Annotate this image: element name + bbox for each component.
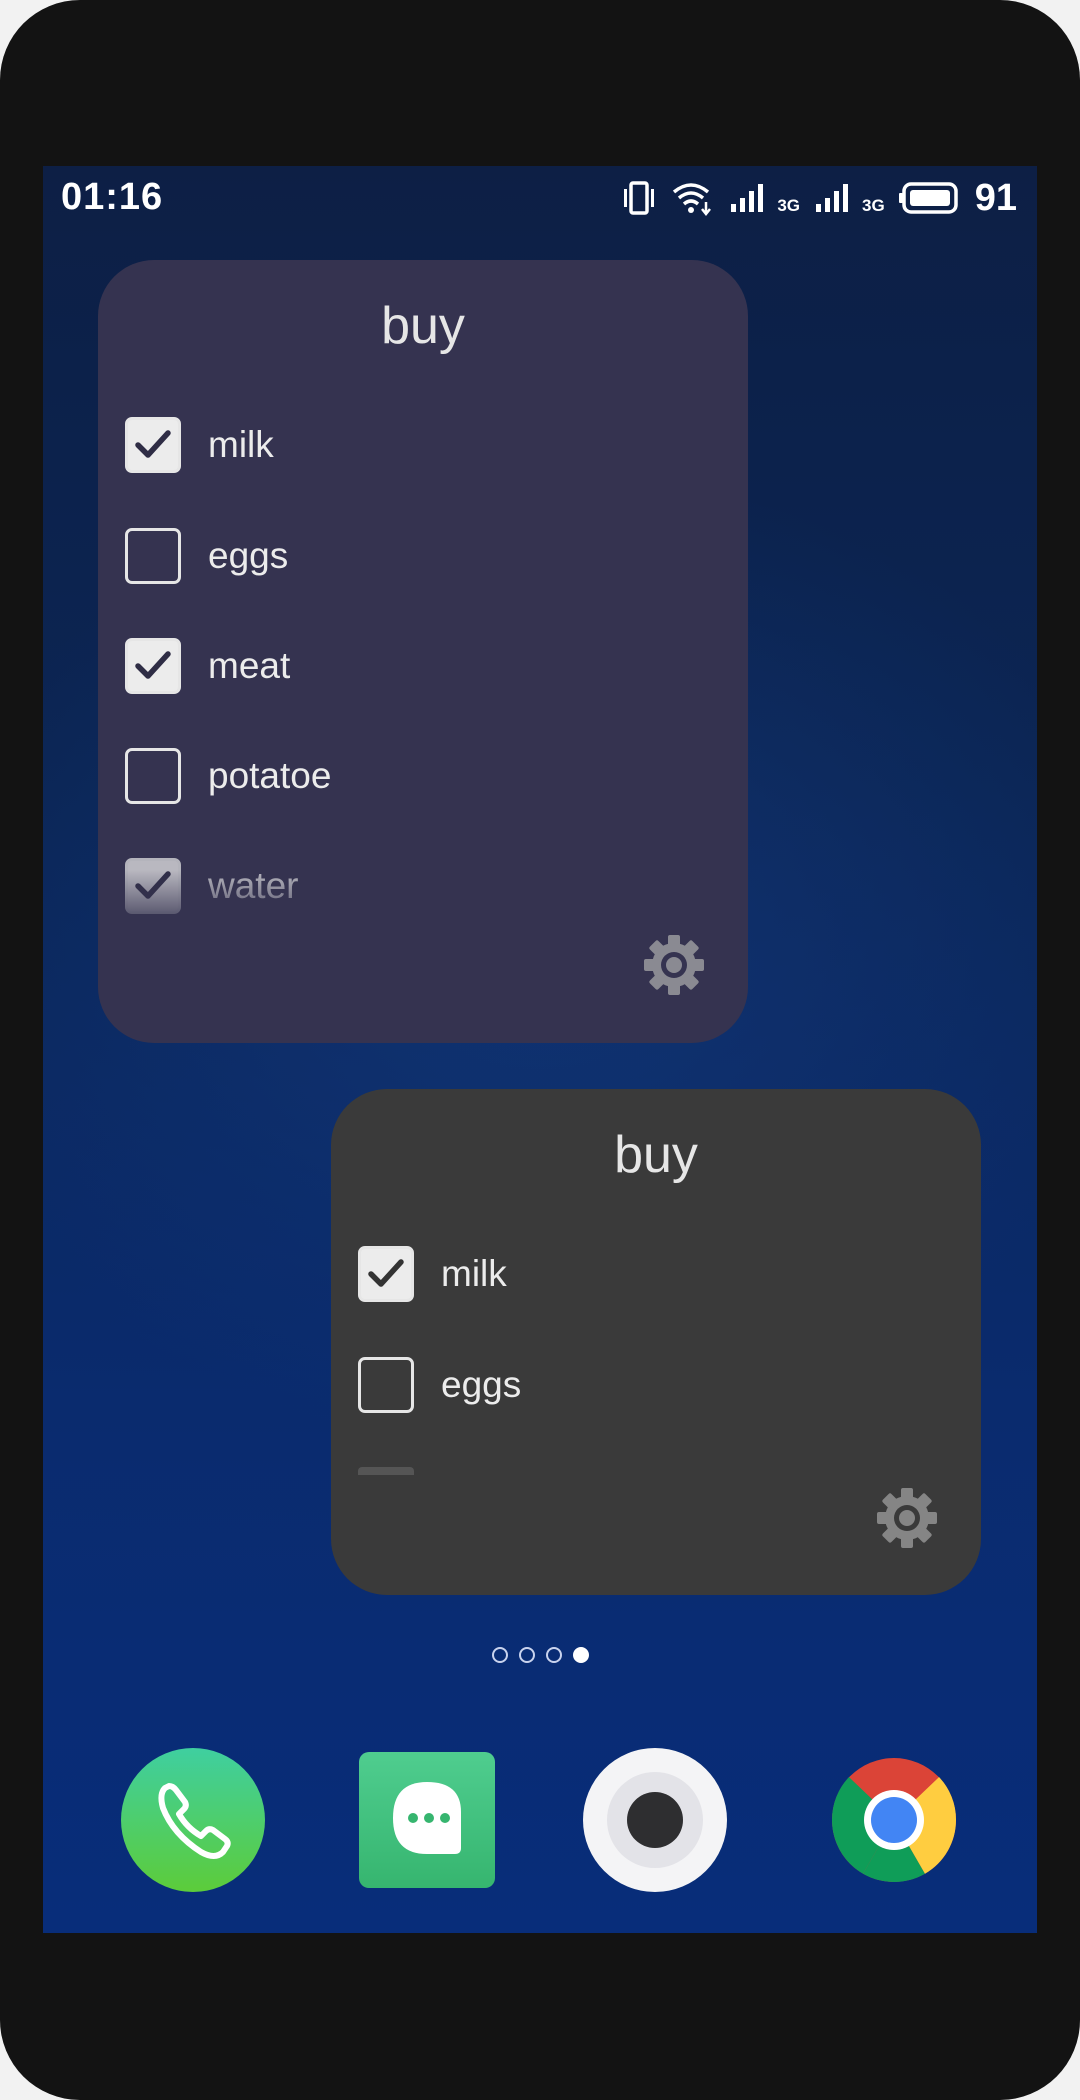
battery-icon bbox=[898, 182, 959, 214]
list-item[interactable]: meat bbox=[125, 638, 290, 694]
list-item[interactable]: milk bbox=[125, 417, 274, 473]
signal-icon bbox=[729, 182, 771, 214]
check-icon bbox=[135, 871, 171, 899]
page-dot[interactable] bbox=[491, 1647, 508, 1663]
list-item[interactable]: water bbox=[125, 858, 298, 914]
home-screen: 01:16 3G 3G 91 buy milk eggs meat potato… bbox=[43, 166, 1037, 1933]
status-bar: 01:16 3G 3G 91 bbox=[43, 166, 1037, 230]
wifi-icon bbox=[671, 180, 715, 216]
check-icon bbox=[368, 1259, 404, 1287]
network-type-label: 3G bbox=[777, 196, 801, 215]
phone-frame: 01:16 3G 3G 91 buy milk eggs meat potato… bbox=[0, 0, 1080, 2100]
checkbox-unchecked[interactable] bbox=[125, 528, 181, 584]
phone-icon[interactable] bbox=[121, 1748, 265, 1892]
chrome-icon[interactable] bbox=[822, 1748, 966, 1892]
item-label: eggs bbox=[441, 1364, 522, 1405]
message-icon[interactable] bbox=[355, 1748, 499, 1892]
todo-widget-purple[interactable]: buy milk eggs meat potatoe water bbox=[98, 260, 748, 1043]
settings-gear-icon[interactable] bbox=[640, 931, 708, 999]
settings-gear-icon[interactable] bbox=[873, 1484, 941, 1552]
status-time: 01:16 bbox=[61, 176, 164, 218]
battery-level: 91 bbox=[974, 176, 1017, 219]
page-indicator[interactable] bbox=[43, 1647, 1037, 1663]
list-item[interactable]: potatoe bbox=[125, 748, 331, 804]
item-label: meat bbox=[208, 645, 291, 686]
clipped-item-hint bbox=[358, 1467, 414, 1475]
widget-title: buy bbox=[381, 297, 465, 355]
item-label: eggs bbox=[208, 535, 289, 576]
item-label: potatoe bbox=[208, 755, 332, 796]
list-item[interactable]: milk bbox=[358, 1246, 507, 1302]
camera-icon[interactable] bbox=[583, 1748, 727, 1892]
status-icons: 3G 3G 91 bbox=[621, 174, 1017, 222]
vibrate-icon bbox=[621, 181, 657, 215]
page-dot-active[interactable] bbox=[572, 1647, 589, 1663]
checkbox-checked[interactable] bbox=[125, 417, 181, 473]
todo-widget-gray[interactable]: buy milk eggs bbox=[331, 1089, 981, 1595]
checkbox-checked[interactable] bbox=[125, 638, 181, 694]
checkbox-unchecked[interactable] bbox=[358, 1357, 414, 1413]
check-icon bbox=[135, 430, 171, 458]
checkbox-unchecked[interactable] bbox=[125, 748, 181, 804]
checkbox-checked[interactable] bbox=[125, 858, 181, 914]
item-label: milk bbox=[441, 1253, 507, 1294]
list-item[interactable]: eggs bbox=[358, 1357, 521, 1413]
checkbox-checked[interactable] bbox=[358, 1246, 414, 1302]
signal-icon-2 bbox=[814, 182, 856, 214]
item-label: water bbox=[208, 865, 299, 906]
check-icon bbox=[135, 651, 171, 679]
network-type-label-2: 3G bbox=[862, 196, 885, 215]
page-dot[interactable] bbox=[545, 1647, 562, 1663]
item-label: milk bbox=[208, 424, 274, 465]
widget-title: buy bbox=[614, 1126, 698, 1184]
list-item[interactable]: eggs bbox=[125, 528, 288, 584]
page-dot[interactable] bbox=[518, 1647, 535, 1663]
